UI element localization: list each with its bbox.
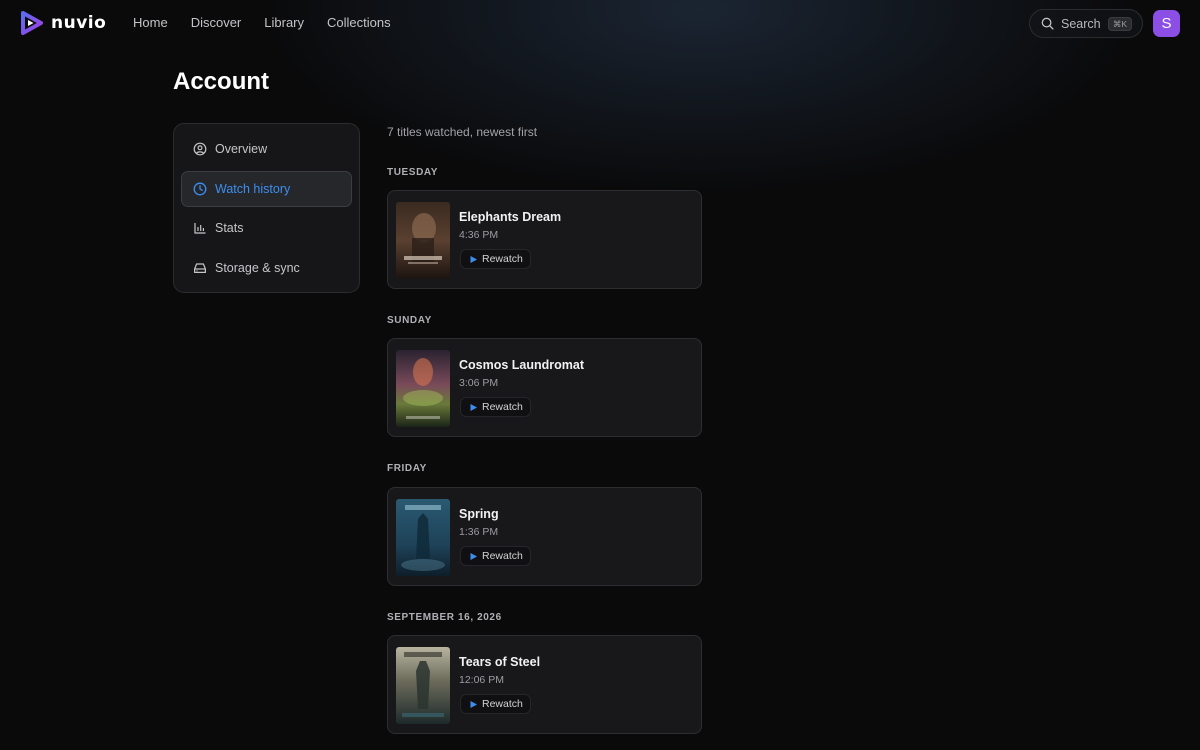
search-label: Search [1061, 16, 1101, 31]
user-avatar[interactable]: S [1153, 10, 1180, 37]
watch-time: 12:06 PM [459, 674, 504, 686]
poster-image[interactable] [396, 350, 450, 427]
sidebar-item-overview[interactable]: Overview [181, 131, 352, 167]
sidebar-item-label: Watch history [215, 181, 291, 196]
search-shortcut: ⌘K [1107, 16, 1132, 31]
watch-time: 4:36 PM [459, 229, 499, 241]
poster-image[interactable] [396, 202, 450, 279]
watch-time: 3:06 PM [459, 377, 499, 389]
rewatch-label: Rewatch [482, 550, 523, 562]
history-summary: 7 titles watched, newest first [387, 125, 538, 139]
rewatch-label: Rewatch [482, 401, 523, 413]
account-sidebar: Overview Watch history Stats Storage & s… [173, 123, 360, 293]
history-card: Cosmos Laundromat 3:06 PM Rewatch [387, 338, 702, 437]
nuvio-logo-icon [21, 11, 43, 35]
movie-title: Spring [459, 507, 499, 521]
poster-image[interactable] [396, 499, 450, 576]
brand-name: nuvio [51, 13, 107, 33]
search-icon [1041, 17, 1054, 30]
user-circle-icon [193, 142, 207, 156]
bar-chart-icon [194, 223, 206, 234]
rewatch-button[interactable]: Rewatch [460, 249, 531, 269]
sidebar-item-stats[interactable]: Stats [181, 210, 352, 246]
search-button[interactable]: Search ⌘K [1029, 9, 1143, 38]
sidebar-item-watch-history[interactable]: Watch history [181, 170, 352, 207]
rewatch-label: Rewatch [482, 698, 523, 710]
rewatch-button[interactable]: Rewatch [460, 546, 531, 566]
sidebar-item-storage-sync[interactable]: Storage & sync [181, 250, 352, 286]
movie-title: Cosmos Laundromat [459, 358, 585, 372]
nav-collections[interactable]: Collections [327, 15, 391, 30]
top-bar: nuvio Home Discover Library Collections … [0, 0, 1200, 48]
clock-icon [193, 182, 207, 196]
rewatch-button[interactable]: Rewatch [460, 397, 531, 417]
sidebar-item-label: Stats [215, 221, 244, 236]
rewatch-label: Rewatch [482, 253, 523, 265]
nav-library[interactable]: Library [264, 15, 304, 30]
main-nav: Home Discover Library Collections [133, 15, 391, 30]
play-icon [470, 552, 477, 560]
history-card: Elephants Dream 4:36 PM Rewatch [387, 190, 702, 289]
movie-title: Elephants Dream [459, 210, 562, 224]
history-card: Spring 1:36 PM Rewatch [387, 487, 702, 586]
play-icon [470, 403, 477, 411]
day-heading: SEPTEMBER 16, 2026 [387, 612, 502, 623]
poster-image[interactable] [396, 647, 450, 724]
day-heading: TUESDAY [387, 167, 439, 178]
nav-discover[interactable]: Discover [191, 15, 242, 30]
movie-title: Tears of Steel [459, 655, 541, 669]
day-heading: FRIDAY [387, 463, 427, 474]
play-icon [470, 255, 477, 263]
nav-home[interactable]: Home [133, 15, 168, 30]
history-card: Tears of Steel 12:06 PM Rewatch [387, 635, 702, 734]
brand-logo[interactable]: nuvio [19, 10, 106, 36]
play-icon [470, 700, 477, 708]
hard-drive-icon [194, 263, 206, 274]
rewatch-button[interactable]: Rewatch [460, 694, 531, 714]
page-title: Account [173, 68, 269, 95]
watch-time: 1:36 PM [459, 526, 499, 538]
sidebar-item-label: Overview [215, 142, 268, 156]
day-heading: SUNDAY [387, 315, 432, 326]
sidebar-item-label: Storage & sync [215, 261, 300, 276]
